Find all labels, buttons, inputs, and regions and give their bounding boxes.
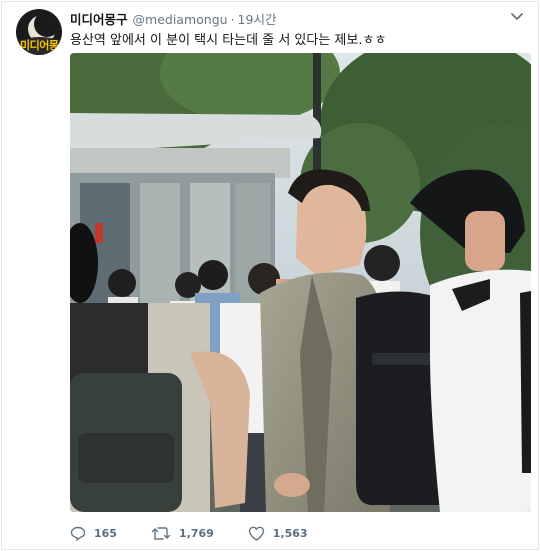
tweet-header: 미디어몽구 @mediamongu · 19시간: [70, 9, 276, 27]
avatar-moon-shadow: [34, 11, 60, 37]
chevron-down-icon[interactable]: [510, 12, 524, 22]
like-action[interactable]: 1,563: [248, 526, 308, 541]
avatar-logo-text: 미디어몽구: [20, 39, 62, 52]
tweet-text: 용산역 앞에서 이 분이 택시 타는데 줄 서 있다는 제보.ㅎㅎ: [70, 33, 387, 48]
retweet-count: 1,769: [178, 527, 214, 540]
display-name[interactable]: 미디어몽구: [70, 9, 128, 28]
reply-icon: [70, 526, 86, 541]
retweet-action[interactable]: 1,769: [151, 526, 214, 541]
tweet-actions: 165 1,769 1,563: [70, 526, 342, 541]
reply-count: 165: [94, 527, 117, 540]
heart-icon: [248, 526, 264, 541]
photo-illustration: [70, 53, 531, 512]
retweet-icon: [151, 527, 171, 540]
user-handle[interactable]: @mediamongu: [133, 12, 228, 27]
timestamp[interactable]: 19시간: [238, 9, 277, 28]
separator-dot: ·: [230, 12, 235, 27]
avatar[interactable]: 미디어몽구: [16, 9, 62, 55]
reply-action[interactable]: 165: [70, 526, 117, 541]
tweet-photo[interactable]: [70, 53, 531, 512]
tweet-card: 미디어몽구 미디어몽구 @mediamongu · 19시간 용산역 앞에서 이…: [1, 1, 539, 550]
like-count: 1,563: [272, 527, 308, 540]
